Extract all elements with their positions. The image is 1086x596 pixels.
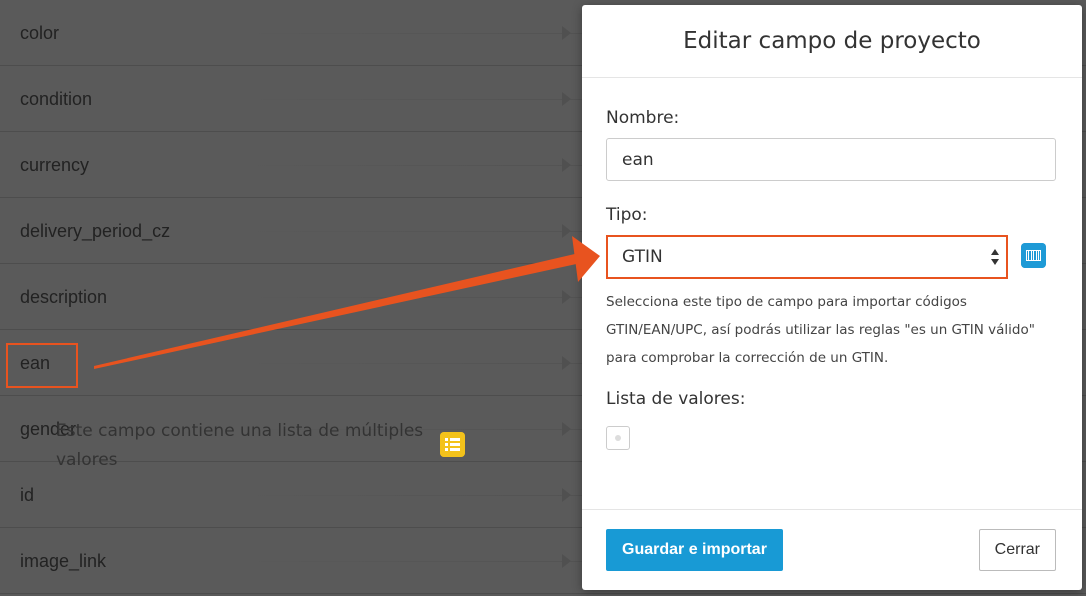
list-item-label: image_link bbox=[20, 551, 107, 571]
multiple-values-label: Este campo contiene una lista de múltipl… bbox=[56, 421, 424, 470]
save-import-button[interactable]: Guardar e importar bbox=[606, 529, 783, 571]
arrow-right-icon bbox=[562, 488, 571, 502]
close-button[interactable]: Cerrar bbox=[978, 529, 1056, 571]
barcode-icon bbox=[1021, 243, 1046, 268]
modal-footer: Guardar e importar Cerrar bbox=[582, 510, 1082, 589]
list-item-label: condition bbox=[20, 89, 93, 109]
select-arrows-icon bbox=[991, 249, 999, 265]
arrow-right-icon bbox=[562, 356, 571, 370]
arrow-right-icon bbox=[562, 26, 571, 40]
list-label: Lista de valores: bbox=[606, 389, 746, 409]
list-item-label: id bbox=[20, 485, 35, 505]
list-item-label: color bbox=[20, 23, 60, 43]
type-help-text: Selecciona este tipo de campo para impor… bbox=[606, 294, 1035, 366]
modal-header: Editar campo de proyecto bbox=[582, 5, 1082, 78]
type-select[interactable]: GTIN bbox=[606, 235, 1008, 279]
list-icon bbox=[440, 432, 465, 457]
modal-body: Nombre: Tipo: GTIN Selecciona este tipo … bbox=[582, 78, 1082, 510]
arrow-right-icon bbox=[562, 422, 571, 436]
name-label: Nombre: bbox=[606, 108, 680, 128]
arrow-right-icon bbox=[562, 92, 571, 106]
arrow-right-icon bbox=[562, 224, 571, 238]
list-item-label: delivery_period_cz bbox=[20, 221, 171, 241]
multiple-values-checkbox[interactable] bbox=[606, 426, 630, 450]
arrow-right-icon bbox=[562, 290, 571, 304]
arrow-right-icon bbox=[562, 158, 571, 172]
ean-highlight-box bbox=[6, 343, 78, 388]
name-input[interactable] bbox=[606, 138, 1056, 181]
edit-field-modal: Editar campo de proyecto Nombre: Tipo: G… bbox=[582, 5, 1082, 590]
modal-title: Editar campo de proyecto bbox=[683, 28, 981, 54]
type-select-value: GTIN bbox=[622, 247, 663, 267]
list-item-label: description bbox=[20, 287, 108, 307]
type-label: Tipo: bbox=[606, 205, 648, 225]
arrow-right-icon bbox=[562, 554, 571, 568]
list-item-label: currency bbox=[20, 155, 90, 175]
